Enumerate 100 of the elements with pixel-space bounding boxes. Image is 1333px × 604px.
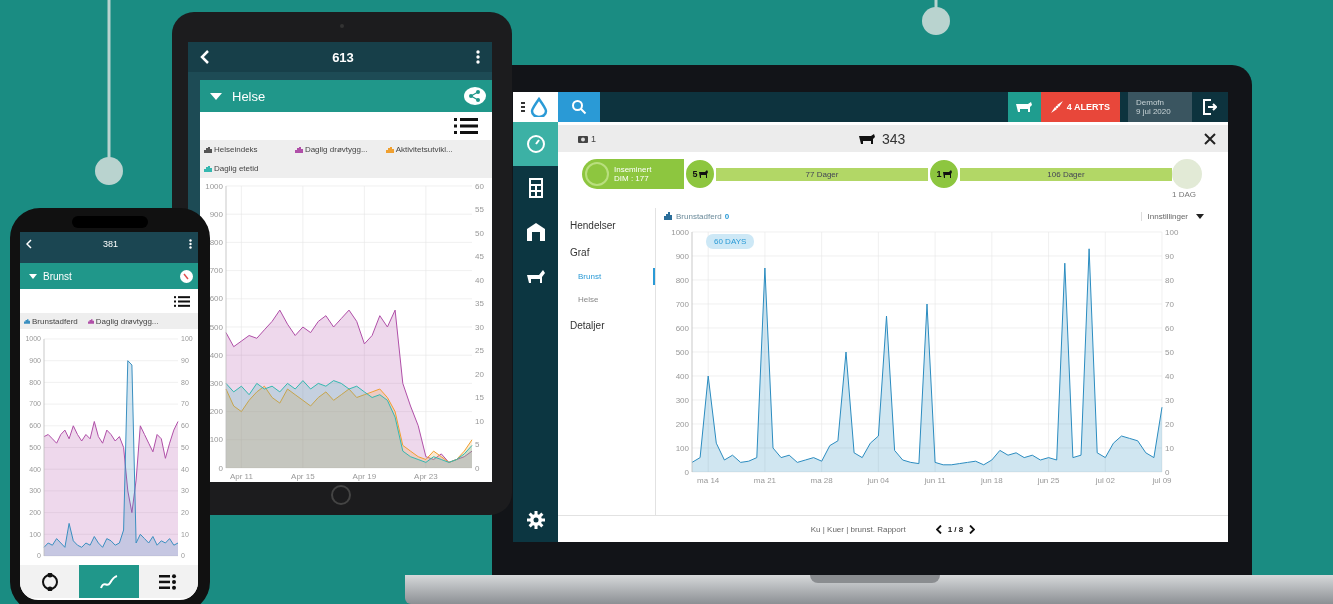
legend-icon	[385, 146, 394, 153]
stage-count: 1	[936, 169, 942, 179]
axis-label: jun 18	[980, 476, 1003, 485]
section-header[interactable]: Brunst	[20, 263, 198, 289]
stage-bar: 77 Dager	[716, 167, 928, 181]
back-icon	[200, 50, 210, 64]
legend-label: Helseindeks	[214, 145, 258, 154]
axis-label: 100	[1165, 227, 1179, 237]
nav-link[interactable]: Helse	[570, 291, 655, 308]
chevron-left-icon	[935, 524, 942, 534]
axis-label: jun 04	[867, 476, 890, 485]
stage-node	[1172, 159, 1202, 189]
ring-icon	[584, 161, 610, 187]
axis-label: 40	[1165, 371, 1174, 381]
axis-label: ma 21	[753, 476, 777, 485]
legend-icon	[294, 146, 303, 153]
cow-icon	[1015, 101, 1034, 113]
axis-label: 600	[209, 294, 223, 304]
chart-title: Brunstadferd	[676, 211, 722, 221]
current-date: 9 jul 2020	[1136, 107, 1172, 116]
axis-label: 55	[475, 205, 484, 215]
camera-icon	[578, 134, 588, 143]
page-indicator: 1 / 8	[947, 524, 964, 534]
chevron-right-icon	[969, 524, 976, 534]
animal-icon	[941, 169, 952, 179]
axis-label: ma 28	[810, 476, 833, 485]
axis-label: 100	[675, 443, 689, 453]
legend-icon	[24, 318, 30, 324]
axis-label: jun 25	[1037, 476, 1060, 485]
stage-bar: 106 Dager	[960, 167, 1172, 181]
axis-label: jun 11	[924, 476, 946, 485]
nav-link[interactable]: Brunst	[570, 268, 655, 285]
axis-label: Apr 23	[414, 472, 438, 481]
cycle-icon	[40, 572, 59, 591]
animal-icon	[525, 268, 546, 284]
more-button[interactable]	[476, 50, 480, 64]
nav-link[interactable]: Graf	[570, 243, 655, 262]
axis-label: 0	[218, 463, 223, 473]
axis-label: 1000	[205, 181, 223, 191]
axis-label: 700	[675, 299, 689, 309]
more-button[interactable]	[189, 238, 192, 249]
axis-label: 30	[475, 322, 484, 332]
user-panel[interactable]: Demofn 9 jul 2020	[1128, 92, 1192, 122]
axis-label: 60	[1165, 323, 1174, 333]
axis-label: 10	[1165, 443, 1174, 453]
search-icon	[571, 99, 587, 115]
breadcrumb: Ku | Kuer | brunst. Rapport	[810, 524, 906, 534]
list-icon[interactable]	[174, 294, 190, 308]
screen-title: 381	[103, 238, 118, 249]
axis-label: 90	[1165, 251, 1174, 261]
axis-label: 25	[475, 346, 484, 356]
section-title: Helse	[232, 88, 266, 104]
axis-label: 800	[209, 238, 223, 248]
next-button[interactable]	[969, 524, 976, 534]
axis-label: 40	[475, 275, 484, 285]
back-icon	[26, 238, 32, 249]
axis-label: 600	[675, 323, 689, 333]
logout-icon	[1203, 99, 1217, 115]
share-icon[interactable]	[464, 87, 486, 105]
axis-label: 400	[209, 350, 223, 360]
axis-label: 35	[475, 299, 484, 309]
axis-label: 70	[1165, 299, 1174, 309]
section-header[interactable]: Helse	[200, 80, 492, 112]
close-button[interactable]	[1204, 132, 1216, 145]
app-logo[interactable]	[513, 92, 558, 122]
axis-label: 60	[475, 181, 484, 191]
axis-label: 45	[475, 252, 484, 262]
previous-button[interactable]	[935, 524, 942, 534]
range-badge[interactable]: 60 DAYS	[706, 234, 755, 249]
axis-label: 50	[475, 228, 484, 238]
legend-label: Daglig drøvtygg...	[304, 145, 368, 154]
status-detail: DIM : 177	[614, 174, 650, 183]
list-icon	[159, 573, 178, 590]
axis-label: 500	[209, 322, 223, 332]
back-button[interactable]	[26, 238, 32, 249]
axis-label: 700	[209, 266, 223, 276]
gauge-icon	[525, 134, 546, 154]
close-icon	[1204, 132, 1216, 145]
axis-label: 200	[675, 419, 689, 429]
alerts-button[interactable]: 4 ALERTS	[1040, 92, 1120, 122]
axis-label: ma 14	[697, 476, 720, 485]
nav-link[interactable]: Detaljer	[570, 316, 655, 335]
animal-button[interactable]	[1007, 92, 1041, 122]
list-icon[interactable]	[454, 117, 478, 135]
gauge-icon[interactable]	[180, 269, 193, 283]
axis-label: 1000	[671, 227, 689, 237]
section-title: Brunst	[43, 270, 72, 282]
back-button[interactable]	[200, 50, 210, 64]
search-button[interactable]	[558, 92, 600, 122]
stage-count: 5	[692, 169, 698, 179]
axis-label: 50	[1165, 347, 1174, 357]
axis-label: 0	[475, 463, 480, 473]
animal-number: 343	[882, 130, 906, 147]
settings-dropdown[interactable]: Innstillinger	[1140, 211, 1204, 221]
animal-icon	[697, 169, 708, 179]
trend-icon	[99, 573, 119, 590]
legend-icon	[87, 318, 94, 324]
cow-icon	[858, 132, 876, 145]
nav-link[interactable]: Hendelser	[570, 216, 655, 235]
axis-label: 15	[475, 393, 484, 403]
